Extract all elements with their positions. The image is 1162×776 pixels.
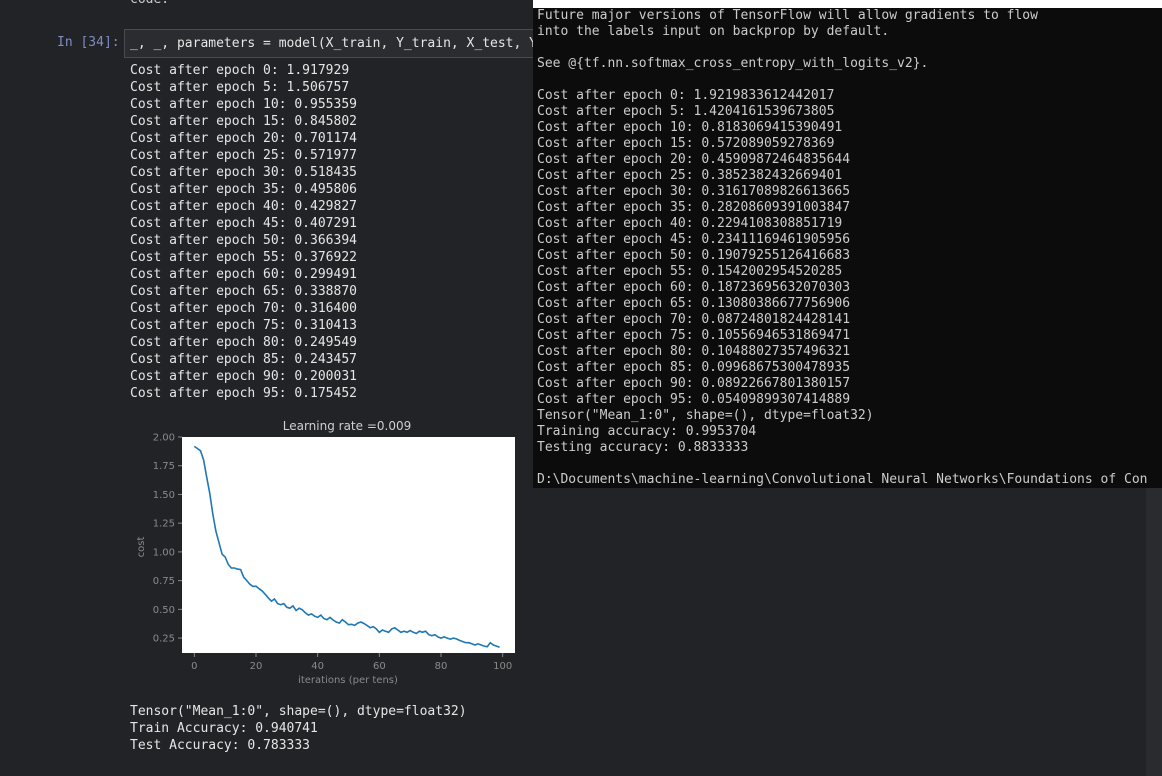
output-line: Cost after epoch 10: 0.955359 — [130, 97, 357, 112]
terminal-line: Cost after epoch 50: 0.19079255126416683 — [537, 248, 851, 263]
cell-prompt: In [34]: — [57, 35, 120, 50]
x-axis-ticks: 0 20 40 60 80 100 — [191, 653, 512, 672]
terminal-line: Cost after epoch 45: 0.23411169461905956 — [537, 232, 851, 247]
x-tick-label: 100 — [493, 661, 512, 672]
terminal-line: Cost after epoch 30: 0.31617089826613665 — [537, 184, 851, 199]
x-axis-label: iterations (per tens) — [298, 675, 398, 686]
output-line: Cost after epoch 50: 0.366394 — [130, 233, 357, 248]
output-line: Cost after epoch 90: 0.200031 — [130, 369, 357, 384]
terminal-line: Cost after epoch 5: 1.4204161539673805 — [537, 104, 835, 119]
terminal-line: Future major versions of TensorFlow will… — [537, 8, 1038, 23]
terminal-line: Cost after epoch 90: 0.08922667801380157 — [537, 376, 851, 391]
terminal-line: Cost after epoch 85: 0.09968675300478935 — [537, 360, 851, 375]
output-line: Cost after epoch 80: 0.249549 — [130, 335, 357, 350]
terminal-line: Cost after epoch 40: 0.2294108308851719 — [537, 216, 843, 231]
x-tick-label: 20 — [250, 661, 263, 672]
terminal-line: Tensor("Mean_1:0", shape=(), dtype=float… — [537, 408, 874, 423]
y-tick-label: 2.00 — [153, 433, 175, 444]
terminal-line: Training accuracy: 0.9953704 — [537, 424, 757, 439]
terminal-line: Cost after epoch 75: 0.10556946531869471 — [537, 328, 851, 343]
output-line: Cost after epoch 15: 0.845802 — [130, 114, 357, 129]
y-tick-label: 1.50 — [153, 490, 175, 501]
chart-title: Learning rate =0.009 — [283, 419, 412, 433]
terminal-line: Cost after epoch 25: 0.3852382432669401 — [537, 168, 843, 183]
output-line: Cost after epoch 95: 0.175452 — [130, 386, 357, 401]
cell-output-cost-log: Cost after epoch 0: 1.917929 Cost after … — [130, 62, 357, 402]
terminal-line: Cost after epoch 0: 1.9219833612442017 — [537, 88, 835, 103]
terminal-line: Cost after epoch 95: 0.05409899307414889 — [537, 392, 851, 407]
y-tick-label: 1.75 — [153, 461, 175, 472]
terminal-line: Cost after epoch 70: 0.08724801824428141 — [537, 312, 851, 327]
output-line: Cost after epoch 70: 0.316400 — [130, 301, 357, 316]
terminal-line: Cost after epoch 80: 0.10488027357496321 — [537, 344, 851, 359]
output-line: Cost after epoch 35: 0.495806 — [130, 182, 357, 197]
terminal-title-bar[interactable] — [533, 0, 1162, 8]
y-tick-label: 1.25 — [153, 519, 175, 530]
output-line: Cost after epoch 5: 1.506757 — [130, 80, 350, 95]
terminal-line: Testing accuracy: 0.8833333 — [537, 440, 749, 455]
output-line: Cost after epoch 60: 0.299491 — [130, 267, 357, 282]
output-line: Cost after epoch 40: 0.429827 — [130, 199, 357, 214]
terminal-line: Cost after epoch 10: 0.8183069415390491 — [537, 120, 843, 135]
y-tick-label: 0.25 — [153, 634, 175, 645]
output-line: Cost after epoch 45: 0.407291 — [130, 216, 357, 231]
terminal-line: Cost after epoch 20: 0.45909872464835644 — [537, 152, 851, 167]
previous-markdown-text: code. — [130, 0, 169, 8]
terminal-line: into the labels input on backprop by def… — [537, 24, 890, 39]
output-line: Cost after epoch 85: 0.243457 — [130, 352, 357, 367]
y-axis-ticks: 0.25 0.50 0.75 1.00 1.25 1.50 1.75 2.00 — [153, 433, 182, 645]
output-line: Cost after epoch 55: 0.376922 — [130, 250, 357, 265]
output-line: Cost after epoch 20: 0.701174 — [130, 131, 357, 146]
terminal-line: Cost after epoch 55: 0.1542002954520285 — [537, 264, 843, 279]
output-line: Tensor("Mean_1:0", shape=(), dtype=float… — [130, 704, 467, 719]
terminal-line: Cost after epoch 65: 0.13080386677756906 — [537, 296, 851, 311]
cell-output-accuracy: Tensor("Mean_1:0", shape=(), dtype=float… — [130, 703, 467, 754]
plot-area — [182, 437, 515, 653]
y-axis-label: cost — [136, 537, 147, 558]
x-tick-label: 40 — [311, 661, 324, 672]
x-tick-label: 80 — [435, 661, 448, 672]
output-line: Test Accuracy: 0.783333 — [130, 738, 311, 753]
x-tick-label: 60 — [373, 661, 386, 672]
output-line: Cost after epoch 65: 0.338870 — [130, 284, 357, 299]
x-tick-label: 0 — [191, 661, 197, 672]
terminal-line: Cost after epoch 15: 0.572089059278369 — [537, 136, 835, 151]
y-tick-label: 0.75 — [153, 576, 175, 587]
y-tick-label: 0.50 — [153, 605, 175, 616]
terminal-line: Cost after epoch 35: 0.28208609391003847 — [537, 200, 851, 215]
y-tick-label: 1.00 — [153, 547, 175, 558]
terminal-line: D:\Documents\machine-learning\Convolutio… — [537, 472, 1148, 487]
output-line: Cost after epoch 25: 0.571977 — [130, 148, 357, 163]
cost-plot: Learning rate =0.009 0.25 0.50 0.75 1.00 1.2… — [130, 416, 525, 691]
output-line: Cost after epoch 75: 0.310413 — [130, 318, 357, 333]
cost-chart-svg: Learning rate =0.009 0.25 0.50 0.75 1.00 1.2… — [136, 419, 515, 686]
terminal-line: See @{tf.nn.softmax_cross_entropy_with_l… — [537, 56, 929, 71]
output-line: Cost after epoch 30: 0.518435 — [130, 165, 357, 180]
terminal-line: Cost after epoch 60: 0.18723695632070303 — [537, 280, 851, 295]
code-cell-input[interactable]: _, _, parameters = model(X_train, Y_trai… — [124, 29, 544, 58]
output-line: Cost after epoch 0: 1.917929 — [130, 63, 350, 78]
output-line: Train Accuracy: 0.940741 — [130, 721, 318, 736]
terminal-output: Future major versions of TensorFlow will… — [537, 8, 1147, 488]
terminal-window[interactable]: Future major versions of TensorFlow will… — [533, 0, 1162, 488]
